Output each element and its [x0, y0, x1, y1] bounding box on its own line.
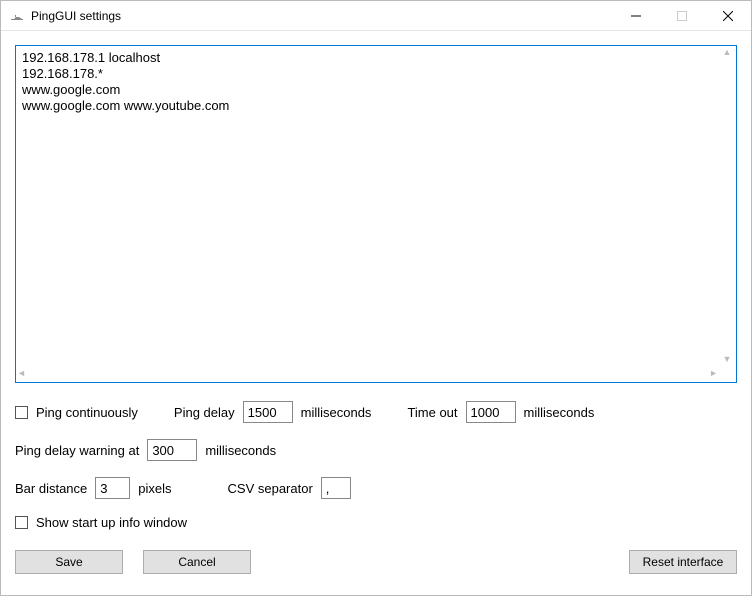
ping-continuously-checkbox[interactable]	[15, 406, 28, 419]
timeout-label: Time out	[407, 405, 457, 420]
warning-input[interactable]	[147, 439, 197, 461]
warning-label: Ping delay warning at	[15, 443, 139, 458]
close-button[interactable]	[705, 1, 751, 30]
form-rows: Ping continuously Ping delay millisecond…	[15, 401, 737, 530]
save-button[interactable]: Save	[15, 550, 123, 574]
ping-delay-label: Ping delay	[174, 405, 235, 420]
titlebar: PingGUI settings	[1, 1, 751, 31]
maximize-button[interactable]	[659, 1, 705, 30]
show-startup-label: Show start up info window	[36, 515, 187, 530]
scroll-up-icon: ▲	[723, 47, 732, 57]
csv-separator-label: CSV separator	[228, 481, 313, 496]
ping-delay-unit: milliseconds	[301, 405, 372, 420]
ping-continuously-label: Ping continuously	[36, 405, 138, 420]
bar-distance-input[interactable]	[95, 477, 130, 499]
reset-interface-button[interactable]: Reset interface	[629, 550, 737, 574]
window-title: PingGUI settings	[31, 9, 613, 23]
content-area: 192.168.178.1 localhost 192.168.178.* ww…	[1, 31, 751, 595]
bar-distance-unit: pixels	[138, 481, 171, 496]
cancel-button[interactable]: Cancel	[143, 550, 251, 574]
hosts-textarea-content: 192.168.178.1 localhost 192.168.178.* ww…	[18, 48, 718, 116]
horizontal-scrollbar[interactable]: ◄ ►	[17, 365, 718, 381]
row-ping-options: Ping continuously Ping delay millisecond…	[15, 401, 737, 423]
row-warning: Ping delay warning at milliseconds	[15, 439, 737, 461]
row-bar-csv: Bar distance pixels CSV separator	[15, 477, 737, 499]
timeout-unit: milliseconds	[524, 405, 595, 420]
window: PingGUI settings 192.168.178.1 localhost…	[0, 0, 752, 596]
show-startup-checkbox[interactable]	[15, 516, 28, 529]
csv-separator-input[interactable]	[321, 477, 351, 499]
hosts-textarea[interactable]: 192.168.178.1 localhost 192.168.178.* ww…	[15, 45, 737, 383]
app-icon	[9, 8, 25, 24]
row-startup: Show start up info window	[15, 515, 737, 530]
minimize-button[interactable]	[613, 1, 659, 30]
scroll-left-icon: ◄	[17, 368, 26, 378]
vertical-scrollbar[interactable]: ▲ ▼	[719, 47, 735, 364]
window-controls	[613, 1, 751, 30]
ping-delay-input[interactable]	[243, 401, 293, 423]
scroll-down-icon: ▼	[723, 354, 732, 364]
button-row: Save Cancel Reset interface	[15, 550, 737, 574]
bar-distance-label: Bar distance	[15, 481, 87, 496]
scroll-right-icon: ►	[709, 368, 718, 378]
warning-unit: milliseconds	[205, 443, 276, 458]
timeout-input[interactable]	[466, 401, 516, 423]
